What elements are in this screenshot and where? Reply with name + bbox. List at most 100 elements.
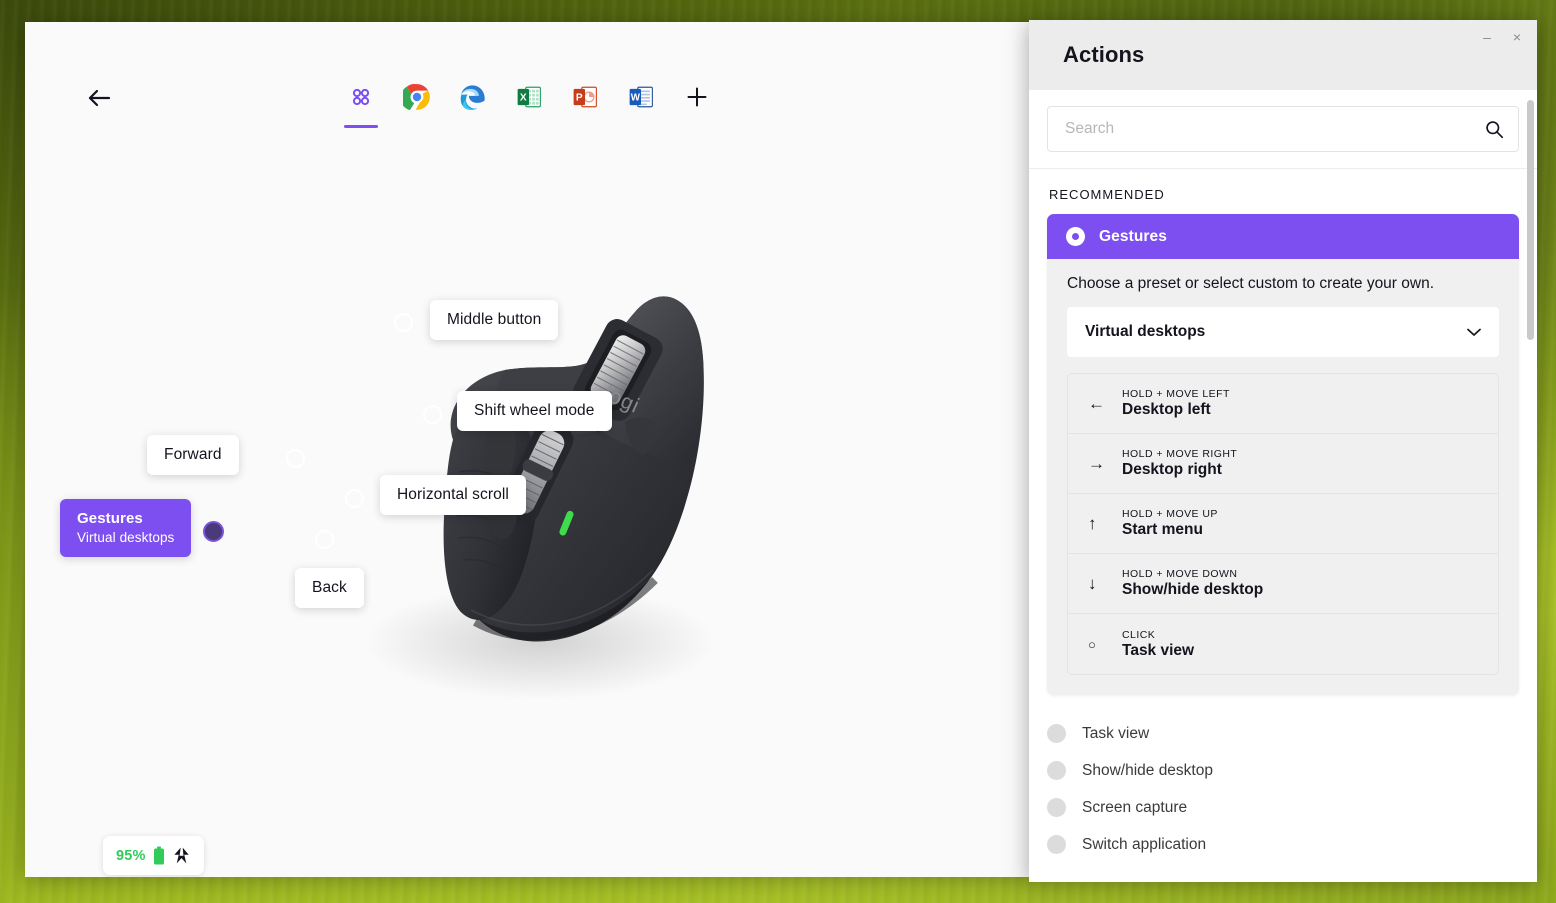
gesture-row[interactable]: ↑ HOLD + MOVE UP Start menu xyxy=(1068,494,1498,554)
gesture-trigger-label: HOLD + MOVE DOWN xyxy=(1122,568,1238,580)
actions-panel-titlebar: Actions – × xyxy=(1029,20,1537,90)
chevron-down-icon xyxy=(1467,328,1481,336)
search-box[interactable] xyxy=(1047,106,1519,152)
toolbar-item-chrome[interactable] xyxy=(400,80,434,114)
flow-icon xyxy=(174,847,189,864)
plus-icon xyxy=(687,87,707,107)
mx-master-3-mouse-image: logi xyxy=(365,296,715,700)
gesture-action-label: Task view xyxy=(1122,641,1195,659)
circle-click-icon: ○ xyxy=(1088,636,1096,652)
hotspot-forward[interactable] xyxy=(286,449,305,468)
list-item[interactable]: Switch application xyxy=(1047,826,1519,863)
radio-unselected-icon[interactable] xyxy=(1047,724,1066,743)
toolbar-item-all-apps[interactable] xyxy=(344,80,378,128)
callout-label: Shift wheel mode xyxy=(474,402,595,419)
gesture-trigger-label: HOLD + MOVE UP xyxy=(1122,508,1218,520)
gesture-action-label: Desktop right xyxy=(1122,461,1222,478)
toolbar-item-excel[interactable]: X xyxy=(512,80,546,114)
recommended-section-label: RECOMMENDED xyxy=(1049,187,1165,202)
arrow-up-icon: ↑ xyxy=(1088,513,1097,533)
radio-unselected-icon[interactable] xyxy=(1047,835,1066,854)
preset-dropdown-value: Virtual desktops xyxy=(1085,323,1206,340)
callout-horizontal-scroll[interactable]: Horizontal scroll xyxy=(380,475,526,515)
toolbar-item-add-application[interactable] xyxy=(680,80,714,114)
action-label: Task view xyxy=(1082,724,1150,742)
panel-scrollbar-track[interactable] xyxy=(1527,94,1534,878)
callout-label: Horizontal scroll xyxy=(397,486,509,503)
search-area xyxy=(1029,90,1537,168)
arrow-right-icon: → xyxy=(1088,453,1105,473)
svg-text:W: W xyxy=(631,93,641,104)
list-item[interactable]: Show/hide desktop xyxy=(1047,752,1519,789)
toolbar-item-edge[interactable] xyxy=(456,80,490,114)
chrome-icon xyxy=(403,83,430,111)
excel-icon: X xyxy=(517,86,541,108)
preset-dropdown[interactable]: Virtual desktops xyxy=(1067,307,1499,357)
callout-forward[interactable]: Forward xyxy=(147,435,239,475)
gestures-card-header[interactable]: Gestures xyxy=(1047,214,1519,259)
actions-panel-title: Actions xyxy=(1063,42,1145,67)
gestures-card: Gestures Choose a preset or select custo… xyxy=(1047,214,1519,695)
arrow-down-icon: ↓ xyxy=(1088,573,1097,593)
hotspot-shift-wheel-mode[interactable] xyxy=(423,405,442,424)
gesture-trigger-label: HOLD + MOVE LEFT xyxy=(1122,388,1230,400)
hotspot-gestures-button[interactable] xyxy=(203,521,224,542)
gestures-card-title: Gestures xyxy=(1099,227,1167,245)
battery-percent-label: 95% xyxy=(116,847,146,864)
gesture-trigger-label: CLICK xyxy=(1122,628,1156,641)
gesture-trigger-label: HOLD + MOVE RIGHT xyxy=(1122,448,1238,460)
callout-shift-wheel-mode[interactable]: Shift wheel mode xyxy=(457,391,612,431)
battery-icon xyxy=(153,846,164,864)
logi-options-window: X P W logi Middle button Shift wheel mod… xyxy=(25,22,1033,877)
gesture-row[interactable]: ○ CLICK Task view xyxy=(1068,614,1498,674)
other-actions-list: Task view Show/hide desktop Screen captu… xyxy=(1029,695,1537,873)
gesture-row[interactable]: ← HOLD + MOVE LEFT Desktop left xyxy=(1068,374,1498,434)
actions-panel: Actions – × RECOMMENDED G xyxy=(1029,20,1537,882)
actions-panel-body: RECOMMENDED Gestures Choose a preset or … xyxy=(1029,90,1537,882)
search-input[interactable] xyxy=(1048,120,1518,138)
search-submit-button[interactable] xyxy=(1482,117,1506,141)
apps-grid-icon xyxy=(352,88,370,106)
list-item[interactable]: Task view xyxy=(1047,715,1519,752)
callout-gestures-subtitle: Virtual desktops xyxy=(77,529,175,545)
callout-middle-button[interactable]: Middle button xyxy=(430,300,559,340)
active-tab-underline xyxy=(344,125,378,128)
hotspot-middle-button[interactable] xyxy=(394,313,413,332)
hotspot-back[interactable] xyxy=(315,530,334,549)
list-item[interactable]: Screen capture xyxy=(1047,789,1519,826)
battery-status-chip[interactable]: 95% xyxy=(103,836,204,875)
svg-text:P: P xyxy=(576,93,583,104)
toolbar-item-word[interactable]: W xyxy=(624,80,658,114)
search-icon xyxy=(1485,120,1503,138)
gesture-action-label: Start menu xyxy=(1122,521,1203,538)
gesture-action-label: Desktop left xyxy=(1122,401,1211,418)
callout-back[interactable]: Back xyxy=(295,568,364,608)
gesture-row[interactable]: ↓ HOLD + MOVE DOWN Show/hide desktop xyxy=(1068,554,1498,614)
radio-unselected-icon[interactable] xyxy=(1047,761,1066,780)
callout-gestures[interactable]: Gestures Virtual desktops xyxy=(60,499,192,557)
gestures-card-body: Choose a preset or select custom to crea… xyxy=(1047,259,1519,695)
powerpoint-icon: P xyxy=(573,86,597,108)
panel-scrollbar-thumb[interactable] xyxy=(1527,100,1534,340)
callout-label: Back xyxy=(312,579,347,596)
window-controls: – × xyxy=(1473,24,1531,50)
edge-icon xyxy=(460,85,485,110)
app-toolbar: X P W xyxy=(25,80,1033,128)
hotspot-horizontal-scroll[interactable] xyxy=(345,489,364,508)
radio-unselected-icon[interactable] xyxy=(1047,798,1066,817)
gesture-row[interactable]: → HOLD + MOVE RIGHT Desktop right xyxy=(1068,434,1498,494)
word-icon: W xyxy=(629,86,653,108)
radio-selected-icon[interactable] xyxy=(1066,227,1085,246)
gesture-mapping-list: ← HOLD + MOVE LEFT Desktop left → HOLD +… xyxy=(1067,373,1499,675)
callout-label: Middle button xyxy=(447,311,542,328)
close-button[interactable]: × xyxy=(1503,24,1531,50)
action-label: Screen capture xyxy=(1082,798,1188,816)
device-illustration-stage: logi Middle button Shift wheel mode Forw… xyxy=(25,172,1033,772)
action-label: Show/hide desktop xyxy=(1082,761,1213,779)
preset-help-text: Choose a preset or select custom to crea… xyxy=(1067,275,1435,292)
svg-text:X: X xyxy=(520,93,527,104)
callout-label: Forward xyxy=(164,446,222,463)
arrow-left-icon: ← xyxy=(1088,393,1105,413)
toolbar-item-powerpoint[interactable]: P xyxy=(568,80,602,114)
minimize-button[interactable]: – xyxy=(1473,24,1501,50)
